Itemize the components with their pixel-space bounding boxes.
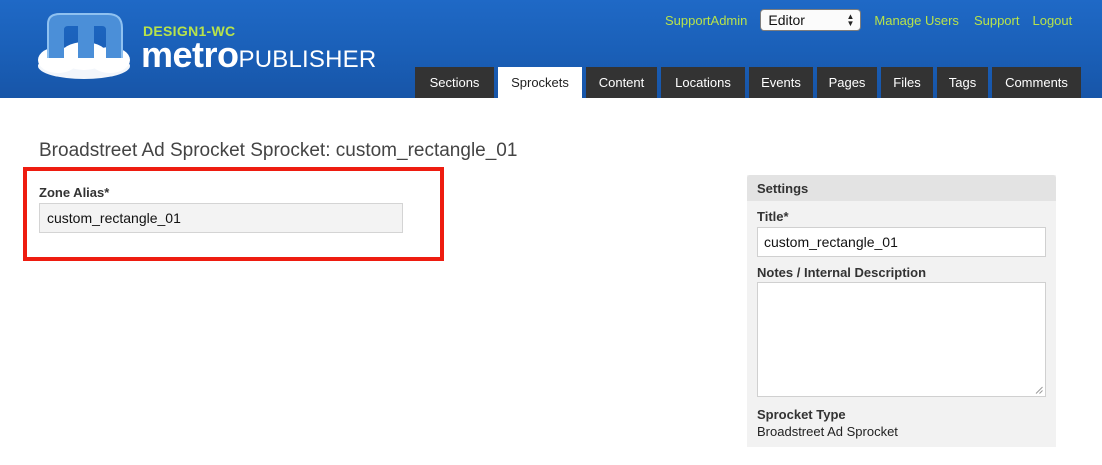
tab-events[interactable]: Events (749, 67, 813, 98)
logout-link[interactable]: Logout (1032, 13, 1072, 28)
tab-tags[interactable]: Tags (937, 67, 988, 98)
tab-locations[interactable]: Locations (661, 67, 745, 98)
brand-wordmark: metroPUBLISHER (141, 34, 376, 76)
brand-publisher: PUBLISHER (238, 46, 377, 73)
tab-pages[interactable]: Pages (817, 67, 877, 98)
tab-comments[interactable]: Comments (992, 67, 1081, 98)
notes-textarea[interactable] (757, 282, 1046, 397)
support-admin-link[interactable]: SupportAdmin (665, 13, 747, 28)
sprocket-type-label: Sprocket Type (757, 407, 846, 422)
main-nav-tabs: Sections Sprockets Content Locations Eve… (415, 67, 1085, 98)
settings-header: Settings (747, 175, 1056, 201)
top-links: SupportAdmin Editor ▲ ▼ Manage Users Supp… (665, 9, 1072, 31)
title-input[interactable]: custom_rectangle_01 (757, 227, 1046, 257)
select-arrows-icon: ▲ ▼ (846, 12, 855, 28)
tab-sections[interactable]: Sections (415, 67, 494, 98)
manage-users-link[interactable]: Manage Users (874, 13, 959, 28)
tab-files[interactable]: Files (881, 67, 933, 98)
settings-panel: Settings Title* custom_rectangle_01 Note… (747, 175, 1056, 447)
metropublisher-logo-icon[interactable] (34, 8, 134, 82)
zone-alias-input[interactable]: custom_rectangle_01 (39, 203, 403, 233)
notes-label: Notes / Internal Description (757, 265, 927, 280)
tab-sprockets[interactable]: Sprockets (498, 67, 582, 98)
zone-alias-label: Zone Alias* (39, 185, 110, 200)
role-select[interactable]: Editor ▲ ▼ (760, 9, 862, 31)
sprocket-type-value: Broadstreet Ad Sprocket (757, 424, 898, 439)
page-title: Broadstreet Ad Sprocket Sprocket: custom… (39, 140, 518, 161)
role-select-value: Editor (768, 12, 805, 28)
brand-metro: metro (141, 34, 239, 75)
title-label: Title* (757, 209, 789, 224)
support-link[interactable]: Support (974, 13, 1020, 28)
app-header: DESIGN1-WC metroPUBLISHER SupportAdmin E… (0, 0, 1102, 98)
resize-grip-icon[interactable] (1035, 386, 1043, 394)
tab-content[interactable]: Content (586, 67, 657, 98)
